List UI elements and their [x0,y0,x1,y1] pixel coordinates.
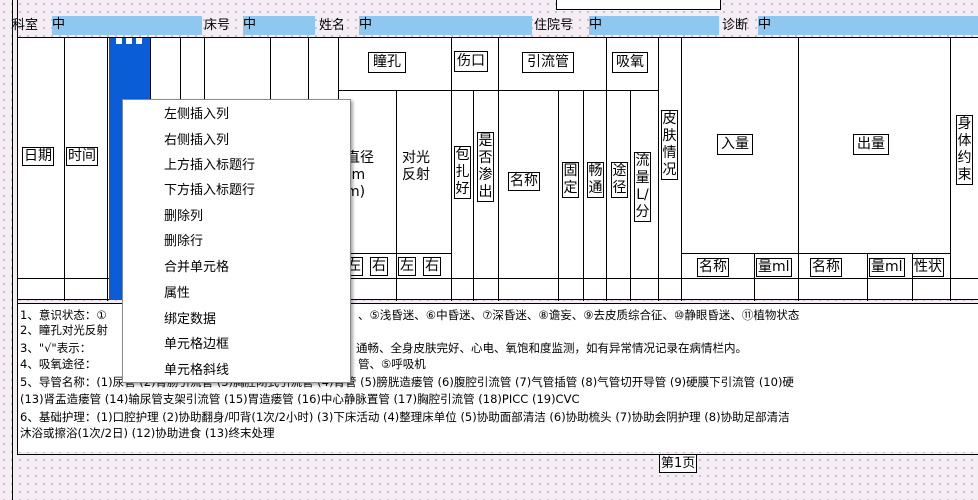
legend-line-1a: 1、意识状态：① [20,308,107,322]
col-drainage: 引流管 [522,52,574,73]
col-date: 日期 [22,147,54,166]
col-oxygen-route: 途径 [611,162,628,198]
admission-label: 住院号 [534,18,574,33]
diagnosis-field[interactable]: 中 [758,16,978,35]
diagnosis-label: 诊断 [722,18,749,33]
col-intake-amount: 量ml [756,258,792,277]
menu-item-properties[interactable]: 属性 [164,286,190,302]
name-label: 姓名 [319,18,346,33]
menu-item-delete-row[interactable]: 删除行 [164,234,203,250]
department-label: 科室 [12,18,39,33]
legend-line-3b: 通畅、全身皮肤完好、心电、氧饱和度监测，如有异常情况记录在病情栏内。 [356,341,747,355]
menu-item-merge-cells[interactable]: 合并单元格 [164,260,229,276]
col-dressing: 包扎好 [454,146,471,199]
legend-line-4a: 4、吸氧途径： [20,357,97,371]
legend-line-8: 沐浴或擦浴(1次/2日) (12)协助进食 (13)终末处理 [20,426,275,440]
col-wound: 伤口 [454,51,488,72]
menu-item-delete-col[interactable]: 删除列 [164,209,203,225]
col-drain-name: 名称 [508,172,540,191]
name-field[interactable]: 中 [359,16,532,35]
top-title-box [556,0,721,10]
menu-item-cell-border[interactable]: 单元格边框 [164,337,229,353]
menu-item-insert-col-left[interactable]: 左侧插入列 [164,107,229,123]
bed-field[interactable]: 中 [243,16,315,35]
legend-line-2: 2、瞳孔对光反射 [20,323,108,337]
col-pupil-right-2: 右 [423,257,441,276]
legend-line-4b: 管、⑤呼吸机 [358,357,426,371]
header-row: 科室 中 床号 中 姓名 中 住院号 中 诊断 中 [12,16,978,35]
col-pupil-right-1: 右 [370,257,388,276]
col-oxygen-flow: 流量L/分 [634,152,651,222]
legend-line-7: 6、基础护理：(1)口腔护理 (2)协助翻身/叩背(1次/2小时) (3)下床活… [20,410,790,424]
col-pupil: 瞳孔 [368,52,406,73]
col-intake: 入量 [717,134,753,155]
col-patent: 畅通 [587,162,604,198]
department-field[interactable]: 中 [52,16,202,35]
col-output-name: 名称 [810,258,842,277]
bed-label: 床号 [204,18,231,33]
menu-item-insert-header-below[interactable]: 下方插入标题行 [164,183,255,199]
col-output: 出量 [853,134,889,155]
menu-item-cell-diagonal[interactable]: 单元格斜线 [164,363,229,379]
col-light-reflex: 对光反射 [402,150,430,183]
col-oxygen: 吸氧 [612,52,648,73]
col-pupil-left-2: 左 [398,257,416,276]
admission-field[interactable]: 中 [589,16,719,35]
col-intake-name: 名称 [697,258,729,277]
legend-line-6: (13)肾盂造瘘管 (14)输尿管支架引流管 (15)胃造瘘管 (16)中心静脉… [20,392,580,406]
menu-item-insert-col-right[interactable]: 右侧插入列 [164,133,229,149]
col-oozing: 是否渗出 [477,132,494,202]
col-output-amount: 量ml [869,258,905,277]
selected-column-handle [136,38,142,44]
context-menu: 左侧插入列 右侧插入列 上方插入标题行 下方插入标题行 删除列 删除行 合并单元… [122,99,351,383]
selected-column-handle [116,38,122,44]
menu-item-bind-data[interactable]: 绑定数据 [164,312,216,328]
page-number: 第1页 [659,454,698,473]
selected-column-handle [126,38,132,44]
col-time: 时间 [66,147,98,166]
col-skin: 皮肤情况 [661,110,678,180]
col-output-character: 性状 [912,258,944,277]
menu-item-insert-header-above[interactable]: 上方插入标题行 [164,158,255,174]
col-fixed: 固定 [562,162,579,198]
col-restraint: 身体约束 [956,115,973,185]
legend-line-1b: 、⑤浅昏迷、⑥中昏迷、⑦深昏迷、⑧谵妄、⑨去皮质综合征、⑩静眼昏迷、⑪植物状态 [358,308,800,322]
legend-line-3a: 3、"√"表示： [20,341,92,355]
